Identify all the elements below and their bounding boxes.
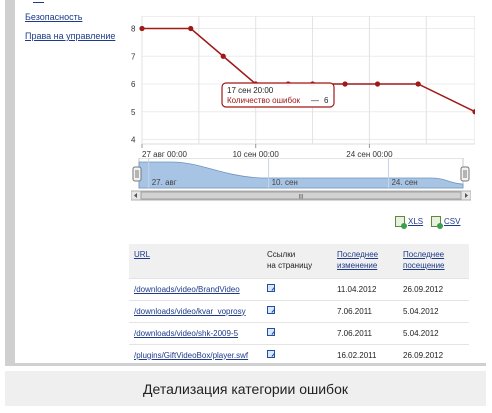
navigator-label: 24. сен <box>391 178 417 187</box>
column-links: Ссылки на страницу <box>262 244 332 278</box>
pages-table: URL Ссылки на страницу Последнее изменение… <box>129 244 469 363</box>
links-cell <box>262 277 332 300</box>
edit-links-icon[interactable] <box>267 306 275 314</box>
modified-cell: 7.06.2011 <box>332 321 398 344</box>
links-cell <box>262 299 332 322</box>
table-header-row: URL Ссылки на страницу Последнее изменение… <box>129 244 469 278</box>
url-cell[interactable]: /downloads/video/BrandVideo <box>129 277 262 300</box>
table-row: /downloads/video/shk-2009-5 7.06.2011 5.… <box>129 321 469 344</box>
links-cell <box>262 343 332 363</box>
visit-cell: 26.09.2012 <box>398 343 469 363</box>
column-last-visit[interactable]: Последнее посещение <box>398 244 469 278</box>
table-row: /downloads/video/BrandVideo 11.04.2012 2… <box>129 277 469 300</box>
chart-tooltip: 17 сен 20:00Количество ошибок — 6 <box>221 82 335 108</box>
plot-area <box>141 16 475 145</box>
tooltip-date: 17 сен 20:00 <box>227 86 274 95</box>
links-cell <box>262 321 332 344</box>
modified-cell: 11.04.2012 <box>332 277 398 300</box>
table-row: /plugins/GiftVideoBox/player.swf 16.02.2… <box>129 343 469 363</box>
edit-links-icon[interactable] <box>267 284 275 292</box>
screenshot-frame: Безопасность Права на управление 4 5 6 7 8 27… <box>5 0 486 366</box>
visit-cell: 26.09.2012 <box>398 277 469 300</box>
data-point <box>374 81 381 87</box>
data-point <box>188 25 194 32</box>
content-panel: Безопасность Права на управление 4 5 6 7 8 27… <box>15 0 486 363</box>
x-tick-label: 10 сен 00:00 <box>233 150 280 158</box>
sidebar-item-truncated[interactable] <box>33 0 44 3</box>
modified-cell: 16.02.2011 <box>332 343 398 363</box>
chart-navigator[interactable]: 27. авг 10. сен 24. сен III <box>131 158 471 204</box>
url-cell[interactable]: /downloads/video/shk-2009-5 <box>129 321 262 344</box>
column-last-modified[interactable]: Последнее изменение <box>332 244 398 278</box>
navigator-label: 10. сен <box>272 178 298 187</box>
y-tick-label: 4 <box>131 136 136 145</box>
edit-links-icon[interactable] <box>267 350 275 359</box>
table-row: /downloads/video/kvar_voprosy 7.06.2011 … <box>129 299 469 322</box>
sidebar-item-access-rights[interactable]: Права на управление <box>25 31 115 41</box>
url-cell[interactable]: /plugins/GiftVideoBox/player.swf <box>129 343 262 363</box>
scrollbar-grip: III <box>298 195 303 201</box>
navigator-label: 27. авг <box>152 178 177 187</box>
tooltip-separator: — <box>311 96 319 105</box>
data-point <box>342 81 348 87</box>
sidebar-item-security[interactable]: Безопасность <box>25 12 82 22</box>
visit-cell: 5.04.2012 <box>398 321 469 344</box>
data-point <box>139 25 145 32</box>
modified-cell: 7.06.2011 <box>332 299 398 322</box>
x-tick-label: 27 авг 00:00 <box>142 150 188 158</box>
tooltip-value: 6 <box>324 96 329 105</box>
data-point <box>220 53 226 59</box>
y-tick-label: 8 <box>131 25 136 34</box>
visit-cell: 5.04.2012 <box>398 299 469 322</box>
y-tick-label: 7 <box>131 52 136 61</box>
tooltip-series-label: Количество ошибок <box>227 96 301 105</box>
export-csv-button[interactable]: CSV <box>431 214 460 229</box>
edit-links-icon[interactable] <box>267 328 275 336</box>
column-url[interactable]: URL <box>129 244 262 278</box>
url-cell[interactable]: /downloads/video/kvar_voprosy <box>129 299 262 322</box>
excel-icon <box>395 215 407 229</box>
csv-icon <box>431 215 443 229</box>
navigator-handle-left[interactable] <box>132 166 142 182</box>
y-tick-label: 6 <box>131 80 136 89</box>
error-count-chart: 4 5 6 7 8 27 авг 00:00 10 сен 00:00 24 сен 00:0… <box>131 16 475 158</box>
data-point <box>415 81 421 87</box>
y-tick-label: 5 <box>131 108 136 117</box>
export-xls-button[interactable]: XLS <box>395 214 423 229</box>
navigator-handle-right[interactable] <box>460 166 470 182</box>
figure-caption: Детализация категории ошибок <box>5 371 486 406</box>
x-tick-label: 24 сен 00:00 <box>346 150 393 158</box>
